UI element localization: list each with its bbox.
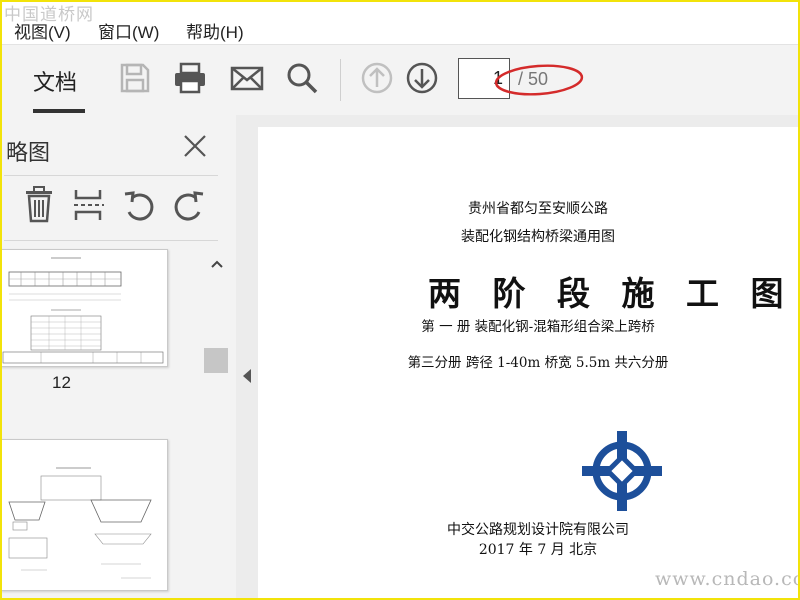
- doc-line-series: 装配化钢结构桥梁通用图: [461, 229, 615, 245]
- sidebar-collapse-strip[interactable]: [236, 115, 256, 598]
- sidebar-divider: [4, 240, 218, 241]
- collapse-sidebar-icon[interactable]: [243, 369, 251, 383]
- doc-main-title: 两 阶 段 施 工 图 设 计: [428, 274, 798, 313]
- save-icon[interactable]: [117, 60, 153, 96]
- watermark-top: 中国道桥网: [4, 5, 94, 25]
- rotate-right-icon[interactable]: [172, 186, 206, 224]
- search-icon[interactable]: [284, 60, 320, 96]
- watermark-bottom: www.cndao.com: [655, 568, 800, 590]
- page-thumbnail[interactable]: [2, 249, 168, 367]
- document-view[interactable]: 贵州省都匀至安顺公路 装配化钢结构桥梁通用图 两 阶 段 施 工 图 设 计 第…: [256, 115, 798, 598]
- mail-icon[interactable]: [229, 60, 265, 96]
- thumbnail-drawing: [8, 467, 152, 579]
- thumbnail-page-label: 12: [52, 373, 71, 392]
- sidebar-divider: [4, 175, 218, 176]
- toolbar-divider: [340, 59, 341, 101]
- rotate-left-icon[interactable]: [122, 186, 156, 224]
- menu-window[interactable]: 窗口(W): [98, 18, 159, 43]
- thumbnail-drawing: [2, 257, 164, 364]
- delete-icon[interactable]: [22, 186, 56, 224]
- doc-volume: 第 一 册 装配化钢-混箱形组合梁上跨桥: [421, 319, 655, 335]
- tab-document[interactable]: 文档: [33, 65, 77, 97]
- close-icon[interactable]: [180, 131, 210, 161]
- scrollbar-thumb[interactable]: [204, 348, 228, 373]
- document-page: 贵州省都匀至安顺公路 装配化钢结构桥梁通用图 两 阶 段 施 工 图 设 计 第…: [258, 127, 798, 598]
- chevron-up-icon[interactable]: [209, 256, 225, 272]
- page-thumbnail[interactable]: [2, 439, 168, 591]
- ccccc-logo-icon: [582, 431, 662, 511]
- tab-active-indicator: [33, 109, 85, 113]
- doc-line-project: 贵州省都匀至安顺公路: [468, 201, 608, 217]
- sidebar-title: 略图: [6, 140, 51, 165]
- thumbnail-scrollbar[interactable]: [203, 253, 229, 598]
- thumbnail-sidebar: 略图 12: [2, 115, 236, 598]
- page-down-icon[interactable]: [404, 60, 440, 96]
- highlight-ellipse: [494, 64, 584, 96]
- print-icon[interactable]: [172, 60, 208, 96]
- doc-date: 2017 年 7 月 北京: [478, 542, 598, 558]
- doc-organization: 中交公路规划设计院有限公司: [447, 522, 629, 538]
- menu-help[interactable]: 帮助(H): [186, 18, 244, 43]
- doc-subvolume: 第三分册 跨径 1-40m 桥宽 5.5m 共六分册: [407, 355, 669, 371]
- menu-bar: 视图(V) 窗口(W) 帮助(H): [2, 2, 798, 44]
- page-up-icon[interactable]: [359, 60, 395, 96]
- extract-pages-icon[interactable]: [72, 186, 106, 224]
- toolbar: 文档 1 / 50: [2, 44, 798, 116]
